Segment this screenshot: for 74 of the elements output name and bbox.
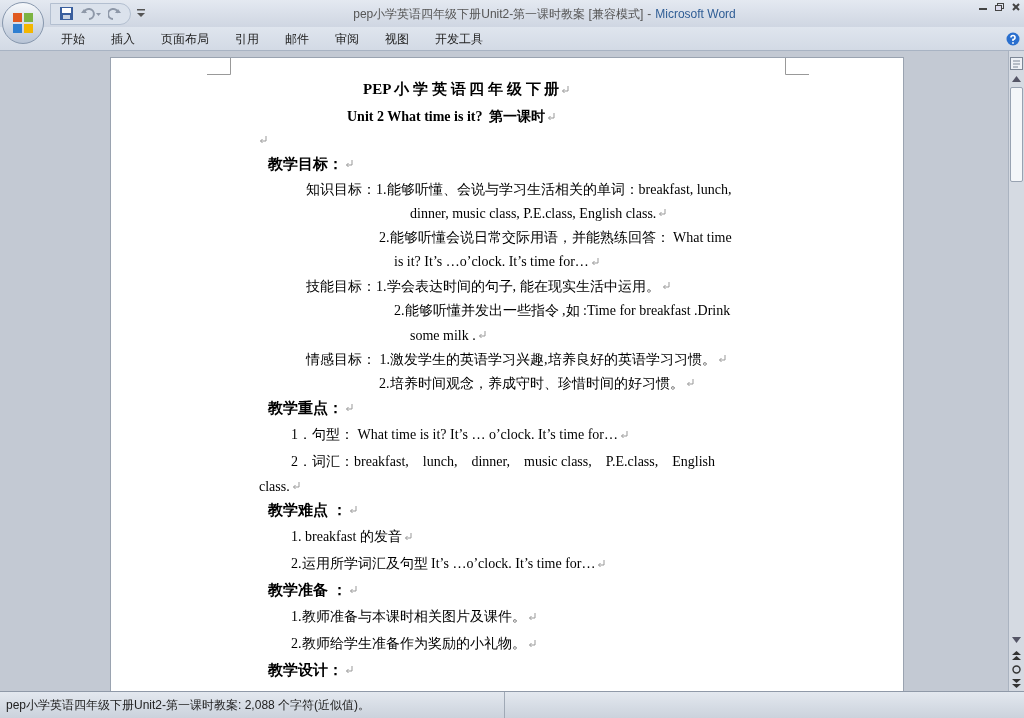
section-heading: 教学设计： [268,660,343,680]
paragraph-text: 1.能够听懂、会说与学习生活相关的单词：breakfast, lunch, [376,180,732,199]
paragraph-mark-icon [477,331,486,339]
paragraph-text: 1. breakfast 的发音 [291,528,402,546]
paragraph-text: 1.学会表达时间的句子, 能在现实生活中运用。 [376,277,660,296]
section-heading: 教学准备 ： [268,580,347,600]
browse-object-icon[interactable] [1012,665,1021,674]
corner-mark [785,58,809,75]
help-icon[interactable] [1006,31,1020,46]
paragraph-mark-icon [527,612,536,621]
paragraph-mark-icon [345,404,353,412]
section-heading: 教学难点 ： [268,500,347,520]
paragraph-text: 1．句型： What time is it? It’s … o’clock. It’s time for… [291,426,618,444]
ribbon-tab[interactable]: 引用 [222,27,272,50]
paragraph-text: 2.能够听懂会说日常交际用语，并能熟练回答： What time [379,228,732,247]
ribbon-tab[interactable]: 页面布局 [148,27,222,50]
document-title: PEP 小 学 英 语 四 年 级 下 册 [363,80,560,100]
paragraph-mark-icon [348,586,357,594]
paragraph-mark-icon [345,666,353,674]
paragraph-text: 1.教师准备与本课时相关图片及课件。 [291,608,526,626]
document-subtitle: Unit 2 What time is it? 第一课时 [347,108,546,126]
restore-icon[interactable] [995,3,1004,11]
paragraph-mark-icon [661,282,670,290]
paragraph-mark-icon [685,379,694,387]
paragraph-mark-icon [547,112,556,121]
paragraph-mark-icon [597,559,606,568]
save-icon[interactable] [59,6,74,21]
customize-toolbar-icon[interactable] [137,9,145,18]
paragraph-mark-icon [345,160,353,168]
app-name: Microsoft Word [655,5,736,23]
goal-label: 技能目标： [306,277,376,296]
paragraph-text: 2.运用所学词汇及句型 It’s …o’clock. It’s time for… [291,555,596,573]
office-button[interactable] [2,2,44,44]
paragraph-mark-icon [259,136,267,144]
paragraph-mark-icon [527,639,536,648]
ribbon-tab[interactable]: 插入 [98,27,148,50]
paragraph-text: 2.培养时间观念，养成守时、珍惜时间的好习惯。 [379,374,684,393]
paragraph-text: dinner, music class, P.E.class, English class. [410,204,657,223]
ruler-toggle-icon[interactable] [1010,57,1023,70]
paragraph-mark-icon [291,482,300,490]
next-page-icon[interactable] [1012,679,1021,688]
section-heading: 教学目标： [268,154,343,174]
paragraph-text: class. [259,477,290,496]
section-heading: 教学重点： [268,398,343,418]
paragraph-mark-icon [561,85,570,94]
goal-label: 知识目标： [306,180,376,199]
corner-mark [207,58,231,75]
status-text: pep小学英语四年级下册Unit2-第一课时教案: 2,088 个字符(近似值)。 [6,697,371,714]
paragraph-mark-icon [658,209,667,217]
paragraph-text: 2.教师给学生准备作为奖励的小礼物。 [291,635,526,653]
ribbon-tab[interactable]: 审阅 [322,27,372,50]
paragraph-text: some milk . [410,326,476,345]
paragraph-text: 2.能够听懂并发出一些指令 ,如 :Time for breakfast .Drink [394,302,731,320]
ribbon-tab[interactable]: 开始 [48,27,98,50]
paragraph-mark-icon [717,355,726,363]
window-title: pep小学英语四年级下册Unit2-第一课时教案 [兼容模式] [353,5,644,23]
scroll-down-icon[interactable] [1012,637,1021,643]
scroll-up-icon[interactable] [1012,76,1021,82]
office-logo-icon [11,11,35,35]
paragraph-mark-icon [348,506,357,514]
previous-page-icon[interactable] [1012,651,1021,660]
ribbon-tab[interactable]: 邮件 [272,27,322,50]
ribbon-tab[interactable]: 开发工具 [422,27,496,50]
paragraph-mark-icon [403,532,412,541]
separator-dash: - [647,5,652,23]
paragraph-text: is it? It’s …o’clock. It’s time for… [394,253,589,271]
goal-label: 情感目标： [306,350,376,369]
paragraph-text: 1.激发学生的英语学习兴趣,培养良好的英语学习习惯。 [378,350,716,369]
paragraph-text: 2．词汇：breakfast, lunch, dinner, music class, P.E.class, English [291,453,716,471]
ribbon-tab[interactable]: 视图 [372,27,422,50]
paragraph-mark-icon [590,257,599,266]
paragraph-mark-icon [620,430,628,439]
scrollbar-thumb[interactable] [1010,87,1023,182]
close-icon[interactable] [1012,3,1020,11]
